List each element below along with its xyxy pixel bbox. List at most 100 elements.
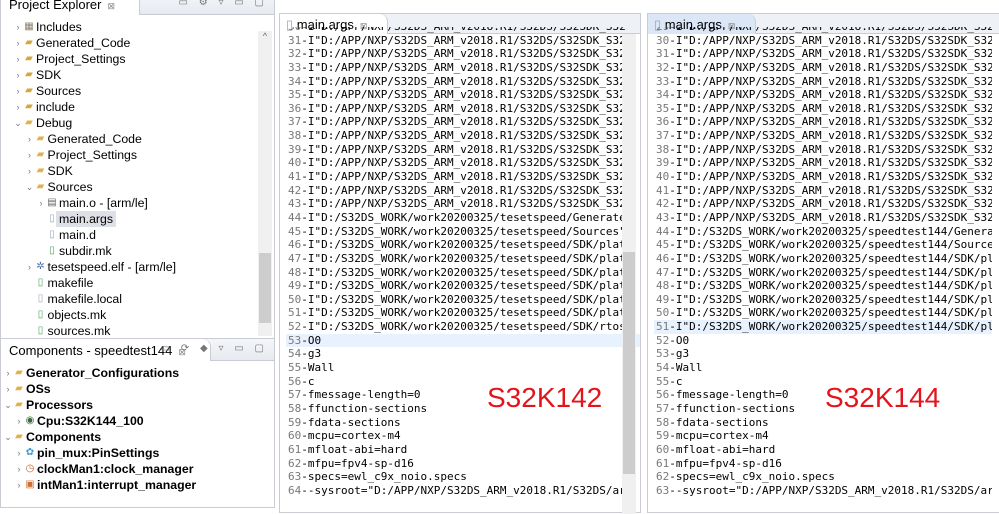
code-line[interactable]: 37-I"D:/APP/NXP/S32DS_ARM_v2018.R1/S32DS… [654, 129, 992, 143]
chevron-right-icon[interactable]: › [13, 83, 23, 99]
tree-item[interactable]: › ▰ Sources [1, 83, 274, 99]
tree-item[interactable]: › ▰ Generated_Code [1, 131, 274, 147]
code-line[interactable]: 42-I"D:/APP/NXP/S32DS_ARM_v2018.R1/S32DS… [286, 184, 640, 198]
code-line[interactable]: 46-I"D:/S32DS_WORK/work20200325/tesetspe… [286, 238, 640, 252]
chevron-right-icon[interactable]: › [36, 195, 46, 211]
tree-item[interactable]: › ▦ Includes [1, 19, 274, 35]
tree-item[interactable]: ⌄ ▰ Debug [1, 115, 274, 131]
editor-scrollbar[interactable] [622, 34, 636, 514]
close-icon[interactable]: ⊠ [107, 1, 115, 11]
chevron-down-icon[interactable]: ⌄ [25, 179, 35, 195]
code-line[interactable]: 53-g3 [654, 347, 992, 361]
code-line[interactable]: 59-mcpu=cortex-m4 [654, 429, 992, 443]
tree-item[interactable]: › ▣ intMan1:interrupt_manager [1, 477, 274, 493]
tree-item[interactable]: ⌄ ▰ Components [1, 429, 274, 445]
code-line[interactable]: 60-mcpu=cortex-m4 [286, 429, 640, 443]
chevron-right-icon[interactable]: › [25, 163, 35, 179]
chevron-right-icon[interactable]: › [25, 259, 35, 275]
tree-item[interactable]: › ▰ include [1, 99, 274, 115]
code-line[interactable]: 33-I"D:/APP/NXP/S32DS_ARM_v2018.R1/S32DS… [286, 61, 640, 75]
code-line[interactable]: 45-I"D:/S32DS_WORK/work20200325/tesetspe… [286, 225, 640, 239]
tree-item[interactable]: › ▰ Project_Settings [1, 51, 274, 67]
view-toolbar[interactable]: ▭ ⟳ ◆ ▿ ▭ ▢ [161, 343, 268, 354]
code-line[interactable]: 60-mfloat-abi=hard [654, 443, 992, 457]
code-line[interactable]: 31-I"D:/APP/NXP/S32DS_ARM_v2018.R1/S32DS… [654, 47, 992, 61]
tree-item[interactable]: ⌄ ▰ Sources [1, 179, 274, 195]
code-line[interactable]: 45-I"D:/S32DS_WORK/work20200325/speedtes… [654, 238, 992, 252]
chevron-right-icon[interactable]: › [14, 477, 24, 493]
chevron-down-icon[interactable]: ⌄ [3, 397, 13, 413]
code-line[interactable]: 55-Wall [286, 361, 640, 375]
view-toolbar[interactable]: ▭ ⚙ ▿ ▭ ▢ [179, 0, 268, 8]
code-line[interactable]: 30-I"D:/APP/NXP/S32DS_ARM_v2018.R1/S32DS… [286, 27, 640, 34]
code-line[interactable]: 52-I"D:/S32DS_WORK/work20200325/tesetspe… [286, 320, 640, 334]
chevron-right-icon[interactable]: › [13, 35, 23, 51]
code-line[interactable]: 47-I"D:/S32DS_WORK/work20200325/tesetspe… [286, 252, 640, 266]
code-line[interactable]: 62-specs=ewl_c9x_noio.specs [654, 470, 992, 484]
code-line[interactable]: 55-c [654, 375, 992, 389]
code-line[interactable]: 35-I"D:/APP/NXP/S32DS_ARM_v2018.R1/S32DS… [654, 102, 992, 116]
code-line[interactable]: 42-I"D:/APP/NXP/S32DS_ARM_v2018.R1/S32DS… [654, 197, 992, 211]
code-line[interactable]: 30-I"D:/APP/NXP/S32DS_ARM_v2018.R1/S32DS… [654, 34, 992, 48]
code-line[interactable]: 33-I"D:/APP/NXP/S32DS_ARM_v2018.R1/S32DS… [654, 75, 992, 89]
chevron-right-icon[interactable]: › [14, 445, 24, 461]
chevron-down-icon[interactable]: ⌄ [3, 429, 13, 445]
tree-item[interactable]: › ▰ Generator_Configurations [1, 365, 274, 381]
code-line[interactable]: 61-mfpu=fpv4-sp-d16 [654, 457, 992, 471]
code-line[interactable]: 63--sysroot="D:/APP/NXP/S32DS_ARM_v2018.… [654, 484, 992, 498]
code-line[interactable]: 53-O0 [286, 333, 640, 348]
code-area[interactable]: 30-I"D:/APP/NXP/S32DS_ARM_v2018.R1/S32DS… [286, 27, 640, 513]
code-line[interactable]: 46-I"D:/S32DS_WORK/work20200325/speedtes… [654, 252, 992, 266]
tree-item[interactable]: › ▰ SDK [1, 163, 274, 179]
code-line[interactable]: 49-I"D:/S32DS_WORK/work20200325/speedtes… [654, 293, 992, 307]
chevron-right-icon[interactable]: › [13, 51, 23, 67]
chevron-right-icon[interactable]: › [13, 67, 23, 83]
code-line[interactable]: 64--sysroot="D:/APP/NXP/S32DS_ARM_v2018.… [286, 484, 640, 498]
code-line[interactable]: 38-I"D:/APP/NXP/S32DS_ARM_v2018.R1/S32DS… [286, 129, 640, 143]
code-line[interactable]: 61-mfloat-abi=hard [286, 443, 640, 457]
code-line[interactable]: 32-I"D:/APP/NXP/S32DS_ARM_v2018.R1/S32DS… [654, 61, 992, 75]
code-line[interactable]: 59-fdata-sections [286, 416, 640, 430]
tree-item[interactable]: › ◷ clockMan1:clock_manager [1, 461, 274, 477]
code-line[interactable]: 35-I"D:/APP/NXP/S32DS_ARM_v2018.R1/S32DS… [286, 88, 640, 102]
code-line[interactable]: 51-I"D:/S32DS_WORK/work20200325/speedtes… [654, 320, 992, 334]
code-line[interactable]: 44-I"D:/S32DS_WORK/work20200325/tesetspe… [286, 211, 640, 225]
tree-item[interactable]: › ▰ Generated_Code [1, 35, 274, 51]
code-line[interactable]: 49-I"D:/S32DS_WORK/work20200325/tesetspe… [286, 279, 640, 293]
chevron-right-icon[interactable]: › [14, 461, 24, 477]
tree-item[interactable]: › ✿ pin_mux:PinSettings [1, 445, 274, 461]
code-line[interactable]: 40-I"D:/APP/NXP/S32DS_ARM_v2018.R1/S32DS… [286, 156, 640, 170]
code-line[interactable]: 44-I"D:/S32DS_WORK/work20200325/speedtes… [654, 225, 992, 239]
chevron-down-icon[interactable]: ⌄ [13, 115, 23, 131]
code-line[interactable]: 58-fdata-sections [654, 416, 992, 430]
tree-item[interactable]: › ◉ Cpu:S32K144_100 [1, 413, 274, 429]
code-line[interactable]: 43-I"D:/APP/NXP/S32DS_ARM_v2018.R1/S32DS… [286, 197, 640, 211]
code-line[interactable]: 43-I"D:/APP/NXP/S32DS_ARM_v2018.R1/S32DS… [654, 211, 992, 225]
scroll-up-icon[interactable]: ^ [258, 31, 272, 41]
code-line[interactable]: 48-I"D:/S32DS_WORK/work20200325/speedtes… [654, 279, 992, 293]
code-line[interactable]: 50-I"D:/S32DS_WORK/work20200325/tesetspe… [286, 293, 640, 307]
code-line[interactable]: 51-I"D:/S32DS_WORK/work20200325/tesetspe… [286, 306, 640, 320]
chevron-right-icon[interactable]: › [3, 381, 13, 397]
tree-item[interactable]: › ▰ SDK [1, 67, 274, 83]
code-line[interactable]: 54-g3 [286, 347, 640, 361]
explorer-scrollbar[interactable]: ^ [258, 31, 272, 336]
scrollbar-thumb[interactable] [623, 252, 635, 474]
tree-item[interactable]: ▯ makefile.local [1, 291, 274, 307]
code-line[interactable]: 57-ffunction-sections [654, 402, 992, 416]
tree-item[interactable]: ▯ makefile [1, 275, 274, 291]
tree-item[interactable]: › ▰ Project_Settings [1, 147, 274, 163]
code-line[interactable]: 52-O0 [654, 334, 992, 348]
code-line[interactable]: 54-Wall [654, 361, 992, 375]
chevron-right-icon[interactable]: › [3, 365, 13, 381]
chevron-right-icon[interactable]: › [13, 99, 23, 115]
code-line[interactable]: 50-I"D:/S32DS_WORK/work20200325/speedtes… [654, 306, 992, 320]
code-line[interactable]: 40-I"D:/APP/NXP/S32DS_ARM_v2018.R1/S32DS… [654, 170, 992, 184]
chevron-right-icon[interactable]: › [13, 19, 23, 35]
code-line[interactable]: 32-I"D:/APP/NXP/S32DS_ARM_v2018.R1/S32DS… [286, 47, 640, 61]
code-line[interactable]: 38-I"D:/APP/NXP/S32DS_ARM_v2018.R1/S32DS… [654, 143, 992, 157]
code-line[interactable]: 62-mfpu=fpv4-sp-d16 [286, 457, 640, 471]
tree-item[interactable]: ▯ sources.mk [1, 323, 274, 339]
chevron-right-icon[interactable]: › [25, 131, 35, 147]
code-line[interactable]: 48-I"D:/S32DS_WORK/work20200325/tesetspe… [286, 266, 640, 280]
